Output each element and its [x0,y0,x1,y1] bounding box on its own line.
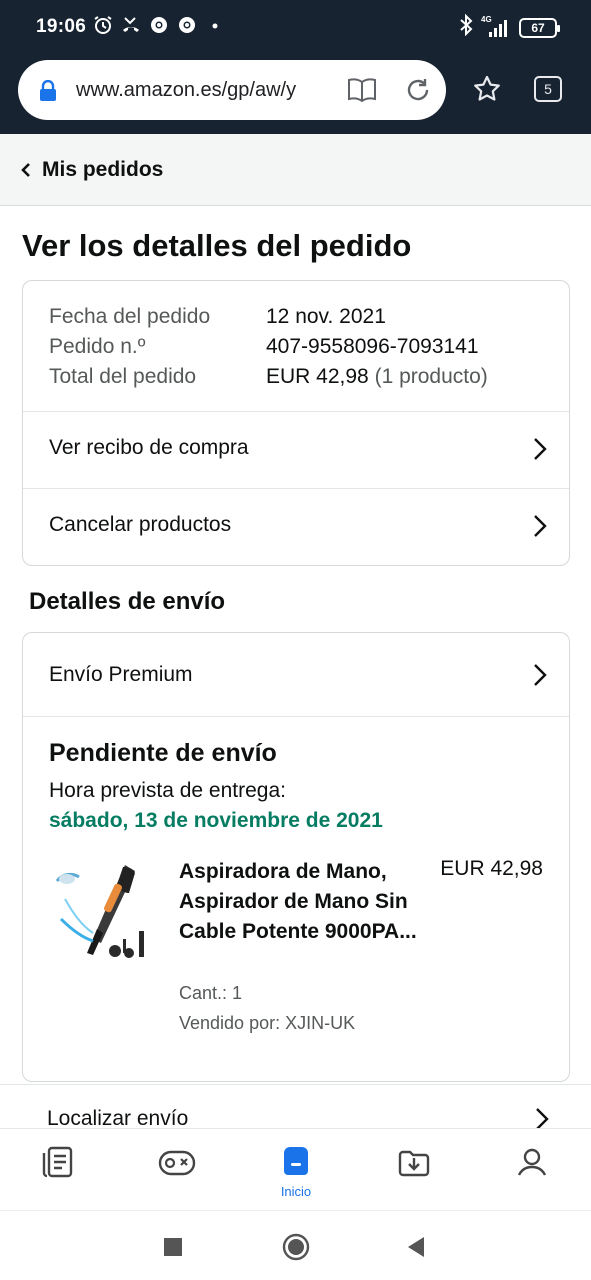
order-date-label: Fecha del pedido [49,305,211,328]
back-link[interactable]: Mis pedidos [42,158,163,182]
nav-articles[interactable] [28,1145,88,1205]
product-image[interactable] [53,859,153,965]
chevron-right-icon [533,663,547,692]
battery-icon: 67 [519,17,560,38]
nav-profile[interactable] [502,1145,562,1205]
delivery-estimate-label: Hora prevista de entrega: [49,779,286,802]
product-price: EUR 42,98 [440,857,543,880]
alarm-icon [93,15,113,35]
home-icon[interactable] [280,1145,312,1182]
track-package-row[interactable]: Localizar envío [0,1084,591,1130]
download-icon[interactable] [397,1145,431,1184]
bookmark-star-icon[interactable] [472,74,502,109]
order-summary-card: Fecha del pedido 12 nov. 2021 Pedido n.º… [22,280,570,566]
nav-downloads[interactable] [384,1145,444,1205]
browser-toolbar: www.amazon.es/gp/aw/y 5 [0,56,591,134]
recents-button[interactable] [163,1237,183,1262]
chrome-icon [149,15,169,35]
dot-icon [205,15,225,35]
bottom-navigation: Inicio [0,1128,591,1210]
system-navigation [0,1210,591,1280]
signal-icon: 4G [481,15,511,39]
divider [23,716,569,717]
page-title: Ver los detalles del pedido [22,228,412,263]
reader-mode-icon[interactable] [346,76,378,109]
chevron-right-icon [533,514,547,543]
bluetooth-icon [459,13,473,41]
order-number-value: 407-9558096-7093141 [266,335,479,358]
shipment-card: Envío Premium Pendiente de envío Hora pr… [22,632,570,1082]
lock-icon[interactable] [38,79,58,107]
shipping-section-title: Detalles de envío [29,588,226,615]
cancel-products-link[interactable]: Cancelar productos [49,513,231,537]
shipping-method-row[interactable]: Envío Premium [23,635,569,715]
nav-home-label[interactable]: Inicio [281,1184,311,1199]
track-package-link[interactable]: Localizar envío [47,1107,188,1130]
nav-home[interactable]: Inicio [266,1145,326,1205]
gamepad-icon[interactable] [157,1145,197,1184]
chevron-right-icon [533,437,547,466]
articles-icon[interactable] [40,1145,76,1184]
back-button[interactable] [406,1235,426,1264]
status-bar: 19:06 4G 67 [0,0,591,56]
product-quantity: Cant.: 1 [179,983,243,1003]
order-total-value: EUR 42,98 [266,365,369,388]
view-receipt-row[interactable]: Ver recibo de compra [23,412,569,488]
chevron-right-icon [535,1107,549,1130]
chevron-left-icon[interactable] [20,162,32,183]
tab-switcher-button[interactable]: 5 [534,76,562,102]
reload-icon[interactable] [404,76,432,109]
order-product-count: (1 producto) [374,365,488,388]
order-total-label: Total del pedido [49,365,197,388]
missed-call-icon [121,15,141,35]
order-date-value: 12 nov. 2021 [266,305,386,328]
delivery-estimate-date: sábado, 13 de noviembre de 2021 [49,809,383,832]
address-bar[interactable]: www.amazon.es/gp/aw/y [18,60,446,120]
cancel-products-row[interactable]: Cancelar productos [23,489,569,565]
view-receipt-link[interactable]: Ver recibo de compra [49,436,249,460]
shipment-status: Pendiente de envío [49,739,277,767]
product-seller: Vendido por: XJIN-UK [179,1013,356,1033]
order-number-label: Pedido n.º [49,335,146,358]
status-time: 19:06 [36,16,87,37]
profile-icon[interactable] [515,1145,549,1184]
chrome-icon [177,15,197,35]
shipping-method-link[interactable]: Envío Premium [49,663,193,687]
nav-games[interactable] [147,1145,207,1205]
home-button[interactable] [282,1233,310,1266]
back-navigation[interactable]: Mis pedidos [0,134,591,206]
product-title[interactable]: Aspiradora de Mano, Aspirador de Mano Si… [179,857,419,947]
url-text[interactable]: www.amazon.es/gp/aw/y [76,79,338,102]
